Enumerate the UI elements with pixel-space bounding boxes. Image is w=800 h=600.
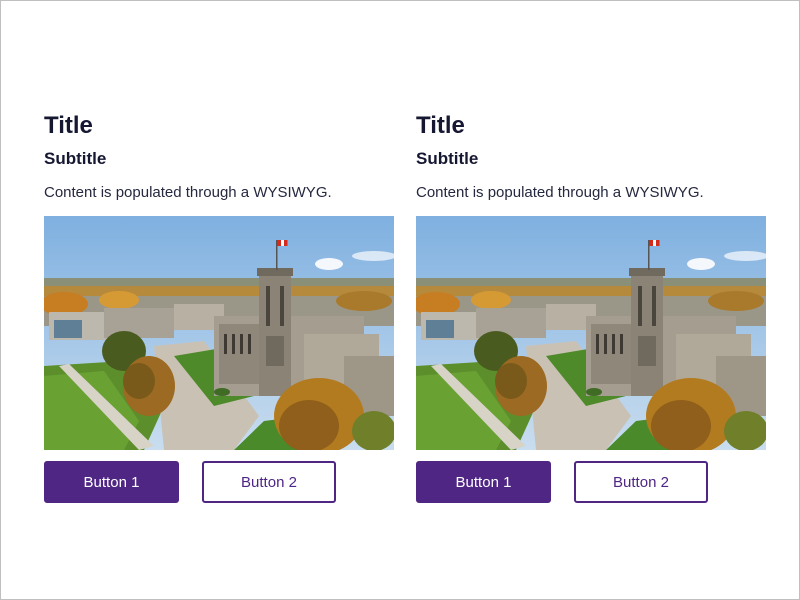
card-subtitle: Subtitle <box>44 149 107 168</box>
card-subtitle: Subtitle <box>416 149 479 168</box>
button-1[interactable]: Button 1 <box>44 461 179 503</box>
button-2[interactable]: Button 2 <box>202 461 336 503</box>
card-title: Title <box>416 112 465 139</box>
button-2[interactable]: Button 2 <box>574 461 708 503</box>
content-card-1: Title Subtitle Content is populated thro… <box>44 111 394 503</box>
card-body-text: Content is populated through a WYSIWYG. <box>44 184 332 201</box>
campus-photo <box>44 216 394 450</box>
card-body-text: Content is populated through a WYSIWYG. <box>416 184 704 201</box>
button-1[interactable]: Button 1 <box>416 461 551 503</box>
campus-photo <box>416 216 766 450</box>
card-title: Title <box>44 112 93 139</box>
card-actions: Button 1 Button 2 <box>44 461 394 503</box>
content-card-2: Title Subtitle Content is populated thro… <box>416 111 766 503</box>
card-actions: Button 1 Button 2 <box>416 461 766 503</box>
page-frame: Title Subtitle Content is populated thro… <box>0 0 800 600</box>
